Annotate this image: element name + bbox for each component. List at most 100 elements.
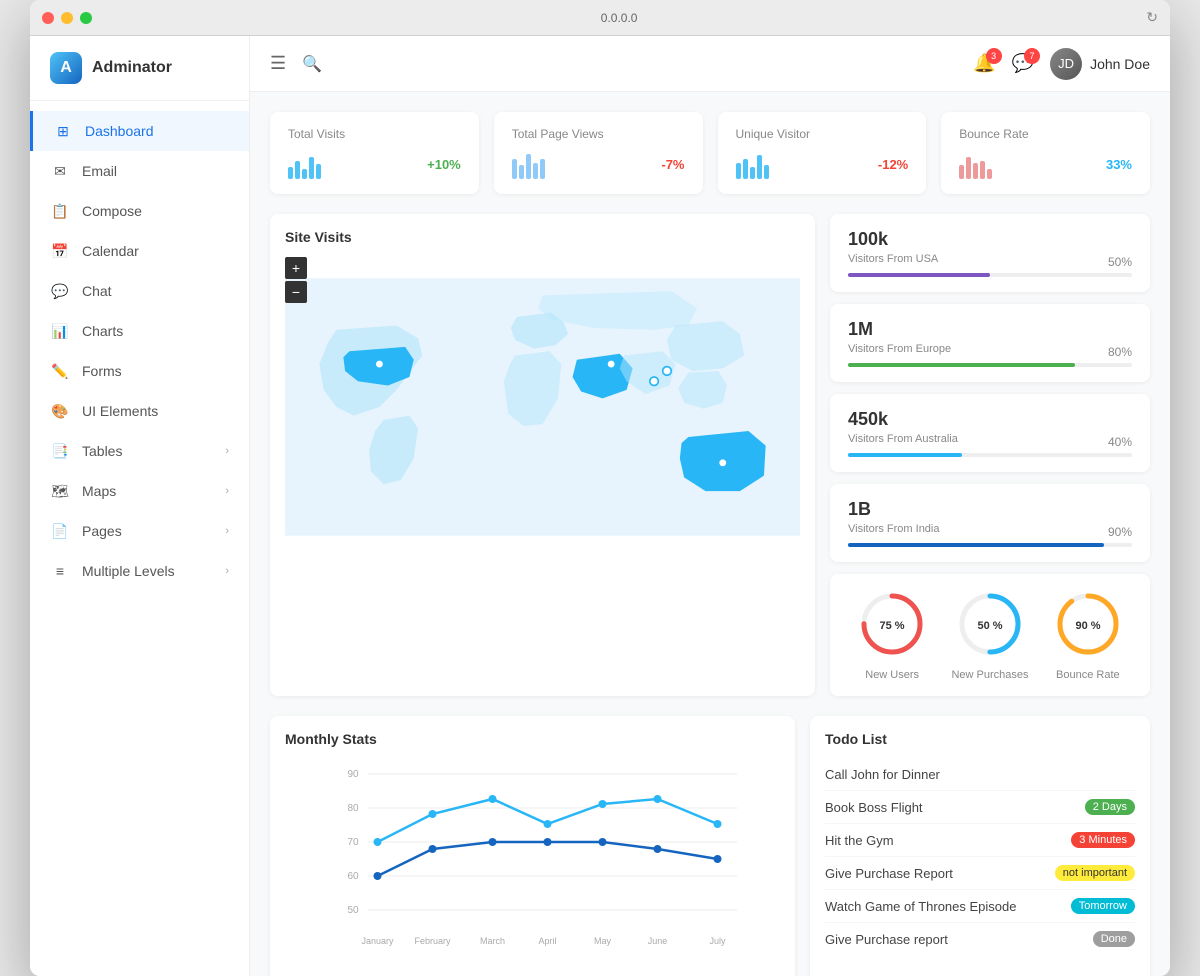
circle-chart-new-purchases: 50 % xyxy=(955,589,1025,659)
forms-icon: ✏️ xyxy=(50,361,70,381)
charts-icon: 📊 xyxy=(50,321,70,341)
url-bar: 0.0.0.0 xyxy=(172,11,1066,25)
email-icon: ✉ xyxy=(50,161,70,181)
sidebar-item-multiple-levels[interactable]: ≡ Multiple Levels › xyxy=(30,551,249,591)
todo-badge: not important xyxy=(1055,865,1135,881)
dashboard-icon: ⊞ xyxy=(53,121,73,141)
maximize-button[interactable] xyxy=(80,12,92,24)
search-button[interactable]: 🔍 xyxy=(302,54,322,74)
todo-title: Todo List xyxy=(825,731,1135,747)
logo-icon: A xyxy=(50,52,82,84)
todo-text: Give Purchase report xyxy=(825,932,948,947)
visitor-card-europe: 1M Visitors From Europe 80% xyxy=(830,304,1150,382)
close-button[interactable] xyxy=(42,12,54,24)
progress-percent: 80% xyxy=(1108,345,1132,359)
stat-change: +10% xyxy=(427,157,461,172)
sidebar-item-forms[interactable]: ✏️ Forms xyxy=(30,351,249,391)
todo-item[interactable]: Watch Game of Thrones Episode Tomorrow xyxy=(825,890,1135,923)
svg-text:January: January xyxy=(361,936,394,946)
svg-text:70: 70 xyxy=(348,837,360,848)
chart-footer: 10% ↑ APPt 2% ↓ Average 15% xyxy=(285,969,780,976)
circle-stat-bounce-rate: 90 % Bounce Rate xyxy=(1053,589,1123,681)
visitor-count: 100k xyxy=(848,229,1132,250)
sidebar-item-pages[interactable]: 📄 Pages › xyxy=(30,511,249,551)
compose-icon: 📋 xyxy=(50,201,70,221)
stat-body: -12% xyxy=(736,149,909,179)
middle-section: Site Visits + − xyxy=(270,214,1150,696)
sidebar-item-calendar[interactable]: 📅 Calendar xyxy=(30,231,249,271)
bar xyxy=(973,163,978,179)
multiple-levels-icon: ≡ xyxy=(50,561,70,581)
app-name: Adminator xyxy=(92,59,172,77)
mini-bar-chart xyxy=(959,149,992,179)
bar xyxy=(764,165,769,179)
app-window: 0.0.0.0 ↻ A Adminator ⊞ Dashboard ✉ Emai… xyxy=(30,0,1170,976)
bar xyxy=(533,163,538,179)
todo-item[interactable]: Book Boss Flight 2 Days xyxy=(825,791,1135,824)
bar xyxy=(987,169,992,179)
stat-label: Total Page Views xyxy=(512,127,685,141)
bar xyxy=(288,167,293,179)
mini-bar-chart xyxy=(288,149,321,179)
todo-badge: 2 Days xyxy=(1085,799,1135,815)
sidebar-item-label: Compose xyxy=(82,203,142,219)
visitor-label: Visitors From Europe xyxy=(848,343,1132,355)
main-content: Total Visits +10% xyxy=(250,92,1170,976)
sidebar-item-tables[interactable]: 📑 Tables › xyxy=(30,431,249,471)
map-title: Site Visits xyxy=(285,229,800,245)
todo-card: Todo List Call John for Dinner Book Boss… xyxy=(810,716,1150,976)
circle-label: Bounce Rate xyxy=(1053,669,1123,681)
svg-text:50: 50 xyxy=(348,905,360,916)
traffic-lights xyxy=(42,12,92,24)
sidebar: A Adminator ⊞ Dashboard ✉ Email 📋 Compos… xyxy=(30,36,250,976)
progress-percent: 50% xyxy=(1108,255,1132,269)
sidebar-nav: ⊞ Dashboard ✉ Email 📋 Compose 📅 Calendar… xyxy=(30,101,249,591)
sidebar-item-dashboard[interactable]: ⊞ Dashboard xyxy=(30,111,249,151)
chevron-right-icon: › xyxy=(225,565,229,577)
sidebar-item-label: Forms xyxy=(82,363,122,379)
todo-item[interactable]: Call John for Dinner xyxy=(825,759,1135,791)
bar xyxy=(966,157,971,179)
svg-text:60: 60 xyxy=(348,871,360,882)
sidebar-item-ui-elements[interactable]: 🎨 UI Elements xyxy=(30,391,249,431)
hamburger-button[interactable]: ☰ xyxy=(270,53,286,74)
maps-icon: 🗺 xyxy=(50,481,70,501)
refresh-button[interactable]: ↻ xyxy=(1146,9,1158,26)
zoom-in-button[interactable]: + xyxy=(285,257,307,279)
bar xyxy=(750,167,755,179)
todo-item[interactable]: Give Purchase Report not important xyxy=(825,857,1135,890)
sidebar-item-maps[interactable]: 🗺 Maps › xyxy=(30,471,249,511)
stat-body: +10% xyxy=(288,149,461,179)
visitor-count: 1M xyxy=(848,319,1132,340)
bar xyxy=(743,159,748,179)
sidebar-item-charts[interactable]: 📊 Charts xyxy=(30,311,249,351)
todo-item[interactable]: Hit the Gym 3 Minutes xyxy=(825,824,1135,857)
chat-icon: 💬 xyxy=(50,281,70,301)
circle-chart-new-users: 75 % xyxy=(857,589,927,659)
progress-percent: 40% xyxy=(1108,435,1132,449)
message-notification-button[interactable]: 💬 7 xyxy=(1012,53,1034,74)
app-layout: A Adminator ⊞ Dashboard ✉ Email 📋 Compos… xyxy=(30,36,1170,976)
sidebar-header: A Adminator xyxy=(30,36,249,101)
todo-item[interactable]: Give Purchase report Done xyxy=(825,923,1135,955)
progress-bar: 90% xyxy=(848,543,1132,547)
tables-icon: 📑 xyxy=(50,441,70,461)
visitor-label: Visitors From Australia xyxy=(848,433,1132,445)
progress-fill xyxy=(848,453,962,457)
line-chart-svg: 90 80 70 60 50 xyxy=(285,759,780,959)
chevron-right-icon: › xyxy=(225,485,229,497)
line-chart: 90 80 70 60 50 xyxy=(285,759,780,959)
avatar: JD xyxy=(1050,48,1082,80)
sidebar-item-compose[interactable]: 📋 Compose xyxy=(30,191,249,231)
user-menu[interactable]: JD John Doe xyxy=(1050,48,1150,80)
sidebar-item-label: Calendar xyxy=(82,243,139,259)
zoom-out-button[interactable]: − xyxy=(285,281,307,303)
stat-label: Bounce Rate xyxy=(959,127,1132,141)
sidebar-item-email[interactable]: ✉ Email xyxy=(30,151,249,191)
notification-bell-button[interactable]: 🔔 3 xyxy=(973,53,995,74)
bar xyxy=(736,163,741,179)
bar xyxy=(316,164,321,179)
mini-bar-chart xyxy=(512,149,545,179)
sidebar-item-chat[interactable]: 💬 Chat xyxy=(30,271,249,311)
minimize-button[interactable] xyxy=(61,12,73,24)
